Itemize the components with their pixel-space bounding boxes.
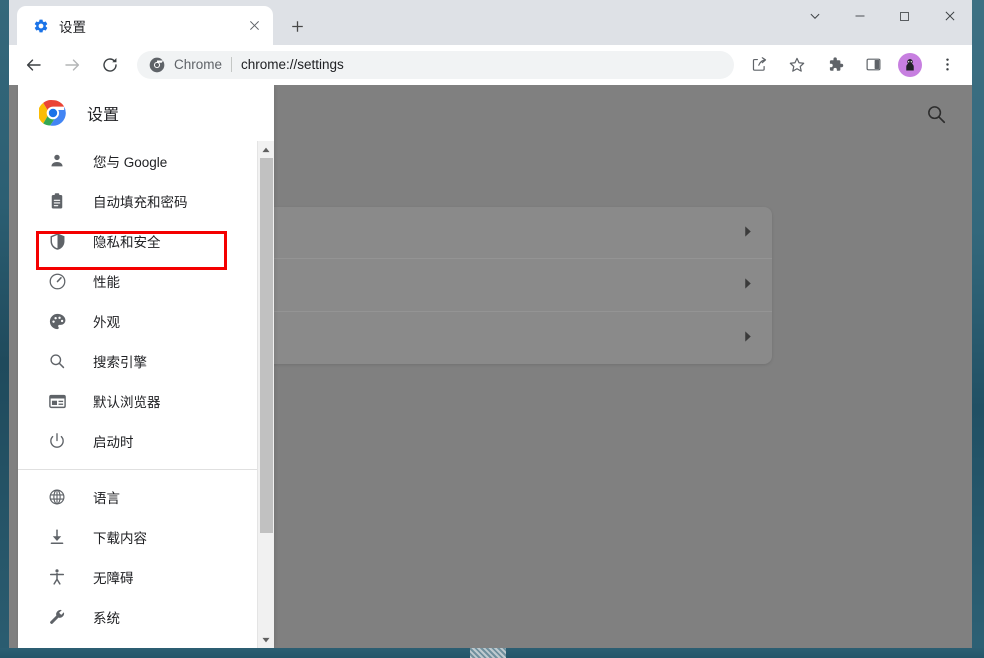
settings-page: gle 服务	[9, 85, 972, 648]
tab-title: 设置	[59, 19, 86, 35]
sidebar-item-label: 隐私和安全	[93, 235, 161, 250]
gear-icon	[33, 18, 49, 34]
settings-card-row-2-label: gle 服务	[222, 275, 744, 295]
tab-close-icon[interactable]	[243, 15, 265, 37]
sidebar-item-label: 您与 Google	[93, 155, 168, 170]
sidebar-item-accessibility[interactable]: 无障碍	[18, 557, 257, 597]
forward-icon[interactable]	[58, 51, 86, 79]
desktop-left-edge	[0, 0, 9, 658]
omnibox-separator	[231, 57, 233, 72]
bookmark-star-icon[interactable]	[783, 51, 811, 79]
sidebar-divider	[18, 469, 257, 470]
scrollbar-down-arrow[interactable]	[258, 631, 274, 648]
sidebar-item-downloads[interactable]: 下载内容	[18, 517, 257, 557]
chrome-icon	[149, 57, 165, 73]
chevron-right-icon	[744, 276, 752, 294]
chevron-right-icon	[744, 224, 752, 242]
sidebar-item-default-browser[interactable]: 默认浏览器	[18, 381, 257, 421]
sidebar-item-label: 系统	[93, 611, 120, 626]
maximize-button[interactable]	[882, 0, 927, 32]
share-icon[interactable]	[745, 51, 773, 79]
settings-panel-header: 设置	[18, 85, 274, 141]
settings-card-row-2[interactable]: gle 服务	[202, 259, 772, 312]
address-bar[interactable]: Chrome chrome://settings	[137, 50, 734, 79]
omnibox-scheme-label: Chrome	[174, 57, 223, 72]
settings-card: gle 服务	[202, 207, 772, 364]
person-icon	[47, 151, 67, 171]
sidebar-item-label: 下载内容	[93, 531, 147, 546]
sidebar-item-label: 启动时	[93, 435, 134, 450]
sidebar-item-autofill[interactable]: 自动填充和密码	[18, 181, 257, 221]
close-button[interactable]	[927, 0, 972, 32]
sidebar-item-appearance[interactable]: 外观	[18, 301, 257, 341]
settings-card-row-1[interactable]	[202, 207, 772, 260]
omnibox-url-text: chrome://settings	[241, 57, 344, 72]
sidebar-item-performance[interactable]: 性能	[18, 261, 257, 301]
scrollbar-thumb[interactable]	[260, 158, 273, 533]
browser-toolbar: Chrome chrome://settings	[9, 45, 972, 85]
reload-icon[interactable]	[96, 51, 124, 79]
sidebar-item-languages[interactable]: 语言	[18, 477, 257, 517]
tab-strip: 设置	[9, 0, 972, 45]
sidebar-item-label: 语言	[93, 491, 120, 506]
settings-nav-list: 您与 Google 自动填充和密码 隐私和安全 性能 外观 搜索引擎 默认浏览器…	[18, 141, 257, 648]
profile-avatar[interactable]	[898, 52, 922, 77]
sidebar-item-privacy-security[interactable]: 隐私和安全	[18, 221, 257, 261]
download-icon	[47, 527, 67, 547]
shield-icon	[47, 231, 67, 251]
desktop-right-edge	[972, 0, 984, 658]
chrome-menu-icon[interactable]	[933, 51, 961, 79]
desktop-taskbar-strip	[0, 648, 984, 658]
power-icon	[47, 431, 67, 451]
tab-search-button[interactable]	[792, 0, 837, 32]
window-controls	[792, 0, 972, 45]
sidebar-item-label: 默认浏览器	[93, 395, 161, 410]
accessibility-icon	[47, 567, 67, 587]
back-icon[interactable]	[20, 51, 48, 79]
settings-search-icon[interactable]	[925, 103, 947, 125]
wrench-icon	[47, 607, 67, 627]
tab-settings[interactable]: 设置	[17, 6, 273, 45]
sidebar-item-label: 搜索引擎	[93, 355, 147, 370]
minimize-button[interactable]	[837, 0, 882, 32]
sidebar-item-label: 自动填充和密码	[93, 195, 188, 210]
sidebar-item-you-and-google[interactable]: 您与 Google	[18, 141, 257, 181]
browser-window: 设置 Chrome chrome://settings 设置 您与 Google…	[9, 0, 972, 648]
clipboard-icon	[47, 191, 67, 211]
settings-card-row-3[interactable]	[202, 312, 772, 364]
settings-panel-title: 设置	[87, 107, 120, 124]
chrome-logo	[38, 99, 67, 127]
speedometer-icon	[47, 271, 67, 291]
sidebar-item-label: 无障碍	[93, 571, 134, 586]
extensions-puzzle-icon[interactable]	[821, 51, 849, 79]
browser-window-icon	[47, 391, 67, 411]
new-tab-button[interactable]	[283, 12, 311, 40]
side-panel-icon[interactable]	[859, 51, 887, 79]
settings-panel-scroll-area: 您与 Google 自动填充和密码 隐私和安全 性能 外观 搜索引擎 默认浏览器…	[18, 141, 274, 648]
sidebar-item-search-engine[interactable]: 搜索引擎	[18, 341, 257, 381]
palette-icon	[47, 311, 67, 331]
scrollbar-up-arrow[interactable]	[258, 141, 274, 158]
taskbar-hatch-marker	[470, 648, 506, 658]
sidebar-item-system[interactable]: 系统	[18, 597, 257, 637]
settings-side-panel: 设置 您与 Google 自动填充和密码 隐私和安全 性能 外观 搜索引擎 默认…	[18, 85, 274, 648]
search-icon	[47, 351, 67, 371]
sidebar-item-label: 外观	[93, 315, 120, 330]
sidebar-item-on-startup[interactable]: 启动时	[18, 421, 257, 461]
sidebar-item-label: 性能	[93, 275, 120, 290]
chevron-right-icon	[744, 329, 752, 347]
settings-panel-scrollbar[interactable]	[257, 141, 274, 648]
globe-icon	[47, 487, 67, 507]
